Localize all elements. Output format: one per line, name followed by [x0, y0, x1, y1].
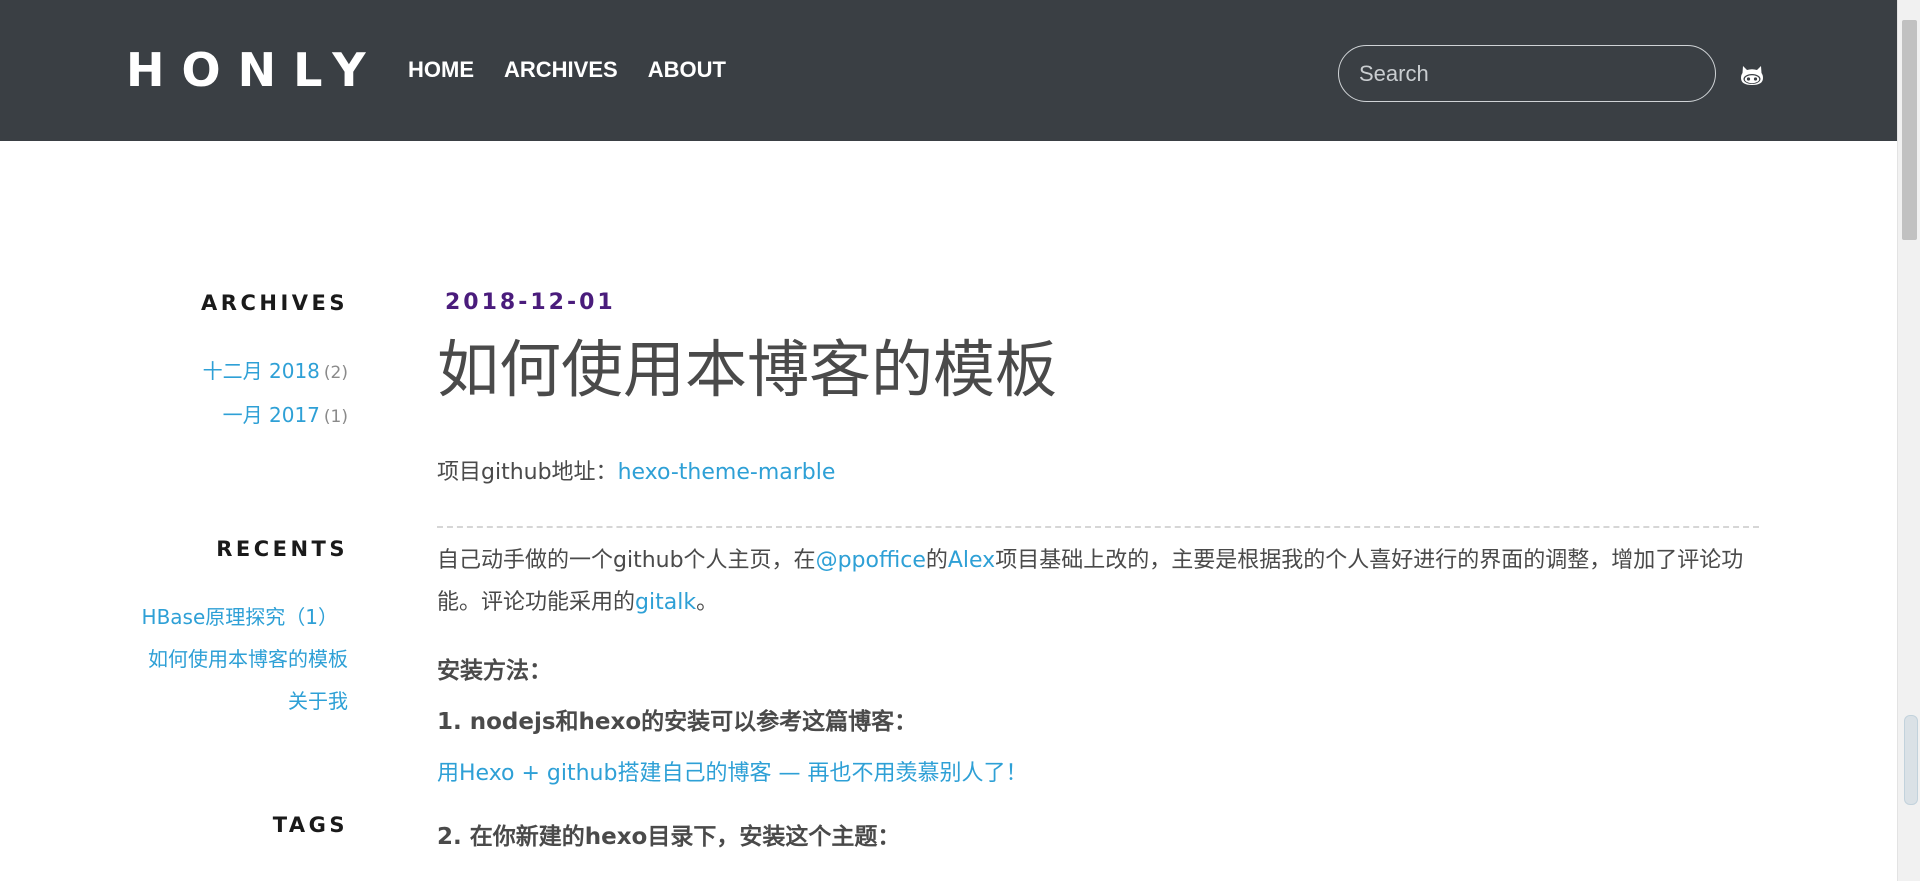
archive-link-jan-2017[interactable]: 一月 2017	[223, 403, 320, 427]
archive-item: 一月 2017 (1)	[120, 394, 348, 438]
octocat-icon[interactable]	[1740, 64, 1764, 86]
intro-paragraph: 自己动手做的一个github个人主页，在@ppoffice的Alex项目基础上改…	[437, 540, 1759, 624]
reference-link-line: 用Hexo + github搭建自己的博客 — 再也不用羡慕别人了！	[437, 756, 1027, 792]
step2-heading: 2. 在你新建的hexo目录下，安装这个主题：	[437, 824, 901, 850]
archives-list: 十二月 2018 (2) 一月 2017 (1)	[120, 350, 348, 438]
recent-link-template[interactable]: 如何使用本博客的模板	[148, 647, 348, 671]
site-logo[interactable]: HONLY	[126, 44, 383, 96]
main-nav: HOME ARCHIVES ABOUT	[408, 55, 726, 85]
nav-archives-link[interactable]: ARCHIVES	[504, 55, 618, 85]
ppoffice-link[interactable]: @ppoffice	[816, 548, 926, 573]
dashed-divider	[437, 526, 1759, 528]
recents-heading: RECENTS	[216, 537, 348, 561]
tags-heading: TAGS	[272, 813, 348, 837]
repo-link[interactable]: hexo-theme-marble	[618, 460, 836, 485]
intro-text: 。	[696, 590, 719, 615]
archive-count: (2)	[323, 363, 348, 383]
recent-item: HBase原理探究（1）	[120, 596, 348, 638]
scroll-indicator	[1904, 715, 1918, 805]
nav-about-link[interactable]: ABOUT	[648, 55, 726, 85]
recent-link-hbase[interactable]: HBase原理探究（1）	[142, 605, 338, 629]
intro-text: 自己动手做的一个github个人主页，在	[437, 548, 816, 573]
post-date[interactable]: 2018-12-01	[445, 288, 616, 318]
step1-heading: 1. nodejs和hexo的安装可以参考这篇博客：	[437, 709, 918, 735]
alex-link[interactable]: Alex	[948, 548, 995, 573]
scrollbar-thumb[interactable]	[1902, 20, 1917, 240]
archive-count: (1)	[323, 407, 348, 427]
repo-prefix: 项目github地址：	[437, 460, 618, 485]
archives-heading: ARCHIVES	[201, 291, 348, 315]
nav-home-link[interactable]: HOME	[408, 55, 474, 85]
archive-item: 十二月 2018 (2)	[120, 350, 348, 394]
install-heading: 安装方法：	[437, 658, 552, 684]
sidebar: ARCHIVES 十二月 2018 (2) 一月 2017 (1) RECENTS …	[120, 288, 348, 840]
gitalk-link[interactable]: gitalk	[635, 590, 696, 615]
archive-link-dec-2018[interactable]: 十二月 2018	[203, 359, 320, 383]
recent-item: 如何使用本博客的模板	[120, 638, 348, 680]
hexo-blog-link[interactable]: 用Hexo + github搭建自己的博客 — 再也不用羡慕别人了！	[437, 761, 1027, 786]
repo-line: 项目github地址：hexo-theme-marble	[437, 456, 835, 490]
search-input[interactable]	[1338, 45, 1716, 102]
recents-list: HBase原理探究（1） 如何使用本博客的模板 关于我	[120, 596, 348, 722]
post-title: 如何使用本博客的模板	[437, 333, 1058, 406]
top-navbar: HONLY HOME ARCHIVES ABOUT	[0, 0, 1897, 141]
recent-link-about[interactable]: 关于我	[288, 689, 348, 713]
recent-item: 关于我	[120, 680, 348, 722]
intro-text: 的	[925, 548, 948, 573]
